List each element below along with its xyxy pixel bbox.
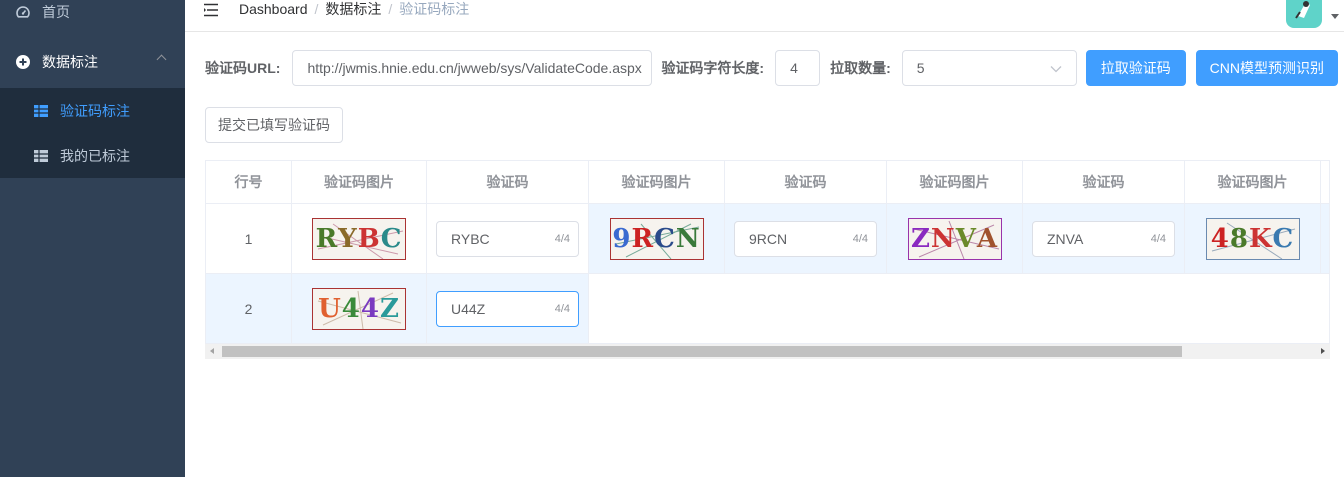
row-no-cell: 1 (206, 204, 292, 274)
captcha-code-input[interactable]: U44Z 4/4 (436, 290, 579, 327)
captcha-image-cell: 9RCN (589, 204, 725, 274)
url-input[interactable]: http://jwmis.hnie.edu.cn/jwweb/sys/Valid… (292, 50, 653, 86)
header-code: 验证码 (725, 161, 887, 204)
fetch-captcha-button[interactable]: 拉取验证码 (1085, 50, 1186, 86)
captcha-table: 行号 验证码图片 验证码 验证码图片 验证码 验证码图片 验证码 验证码图片 1… (205, 160, 1330, 344)
header-code (1321, 161, 1329, 204)
captcha-code-input[interactable]: 9RCN 4/4 (734, 220, 877, 257)
plus-circle-icon (16, 55, 30, 69)
scroll-right-arrow-icon[interactable] (1321, 348, 1325, 354)
captcha-image-cell: 48KC (1185, 204, 1321, 274)
count-label: 拉取数量: (830, 60, 891, 76)
table-icon (34, 149, 48, 162)
breadcrumb-captcha-annotation: 验证码标注 (399, 1, 470, 17)
scrollbar-thumb[interactable] (222, 346, 1182, 357)
avatar[interactable] (1286, 0, 1322, 28)
sub-item-label: 我的已标注 (60, 147, 130, 164)
count-select-value: 5 (916, 60, 925, 76)
captcha-image: ZNVA (907, 217, 1002, 260)
captcha-code-input[interactable]: RYBC 4/4 (436, 220, 579, 257)
menu-item-home[interactable]: 首页 (0, 0, 185, 24)
breadcrumb-dashboard[interactable]: Dashboard (239, 1, 308, 17)
breadcrumb: Dashboard / 数据标注 / 验证码标注 (239, 0, 470, 19)
header-image: 验证码图片 (292, 161, 427, 204)
header-image: 验证码图片 (887, 161, 1023, 204)
sub-item-my-annotations[interactable]: 我的已标注 (0, 133, 185, 178)
captcha-image: U44Z (312, 287, 406, 330)
submit-captcha-button[interactable]: 提交已填写验证码 (205, 107, 343, 143)
captcha-image: 9RCN (609, 217, 704, 260)
scroll-left-arrow-icon[interactable] (210, 348, 214, 354)
caret-down-icon[interactable] (1331, 14, 1339, 19)
captcha-image-cell: ZNVA (887, 204, 1023, 274)
header-image: 验证码图片 (1185, 161, 1321, 204)
navbar: Dashboard / 数据标注 / 验证码标注 (185, 0, 1344, 32)
captcha-form: 验证码URL: http://jwmis.hnie.edu.cn/jwweb/s… (205, 50, 1338, 86)
captcha-code-cell: RYBC 4/4 (427, 204, 589, 274)
captcha-image-cell: RYBC (292, 204, 427, 274)
chevron-up-icon (156, 54, 167, 65)
hamburger-menu-icon[interactable] (203, 3, 219, 17)
header-code: 验证码 (1023, 161, 1185, 204)
menu-item-home-label: 首页 (42, 4, 70, 20)
captcha-image-cell: U44Z (292, 274, 427, 343)
count-select[interactable]: 5 (901, 50, 1077, 86)
header-row-no: 行号 (206, 161, 292, 204)
sub-item-label: 验证码标注 (60, 102, 130, 119)
header-image: 验证码图片 (589, 161, 725, 204)
sidebar: 首页 数据标注 验证码标注 我的已标注 (0, 0, 185, 477)
url-label: 验证码URL: (205, 60, 281, 76)
length-input[interactable]: 4 (775, 50, 821, 86)
captcha-image: RYBC (312, 217, 406, 260)
captcha-code-cell: 9RCN 4/4 (725, 204, 887, 274)
menu-item-data-annotation-label: 数据标注 (42, 54, 98, 70)
cnn-predict-button[interactable]: CNN模型预测识别 (1195, 50, 1338, 86)
chevron-down-icon (1050, 60, 1062, 76)
dashboard-icon (16, 5, 30, 19)
captcha-code-input[interactable]: ZNVA 4/4 (1032, 220, 1175, 257)
length-label: 验证码字符长度: (661, 60, 765, 76)
captcha-code-cell: ZNVA 4/4 (1023, 204, 1185, 274)
row-no-cell: 2 (206, 274, 292, 343)
menu-item-data-annotation[interactable]: 数据标注 (0, 40, 185, 84)
captcha-image: 48KC (1205, 217, 1300, 260)
table-icon (34, 104, 48, 117)
header-code: 验证码 (427, 161, 589, 204)
breadcrumb-data-annotation[interactable]: 数据标注 (325, 0, 381, 19)
submenu: 验证码标注 我的已标注 (0, 88, 185, 178)
captcha-code-cell: U44Z 4/4 (427, 274, 589, 343)
horizontal-scrollbar[interactable] (205, 344, 1330, 359)
sub-item-captcha-annotation[interactable]: 验证码标注 (0, 88, 185, 133)
captcha-code-cell (1321, 204, 1329, 274)
